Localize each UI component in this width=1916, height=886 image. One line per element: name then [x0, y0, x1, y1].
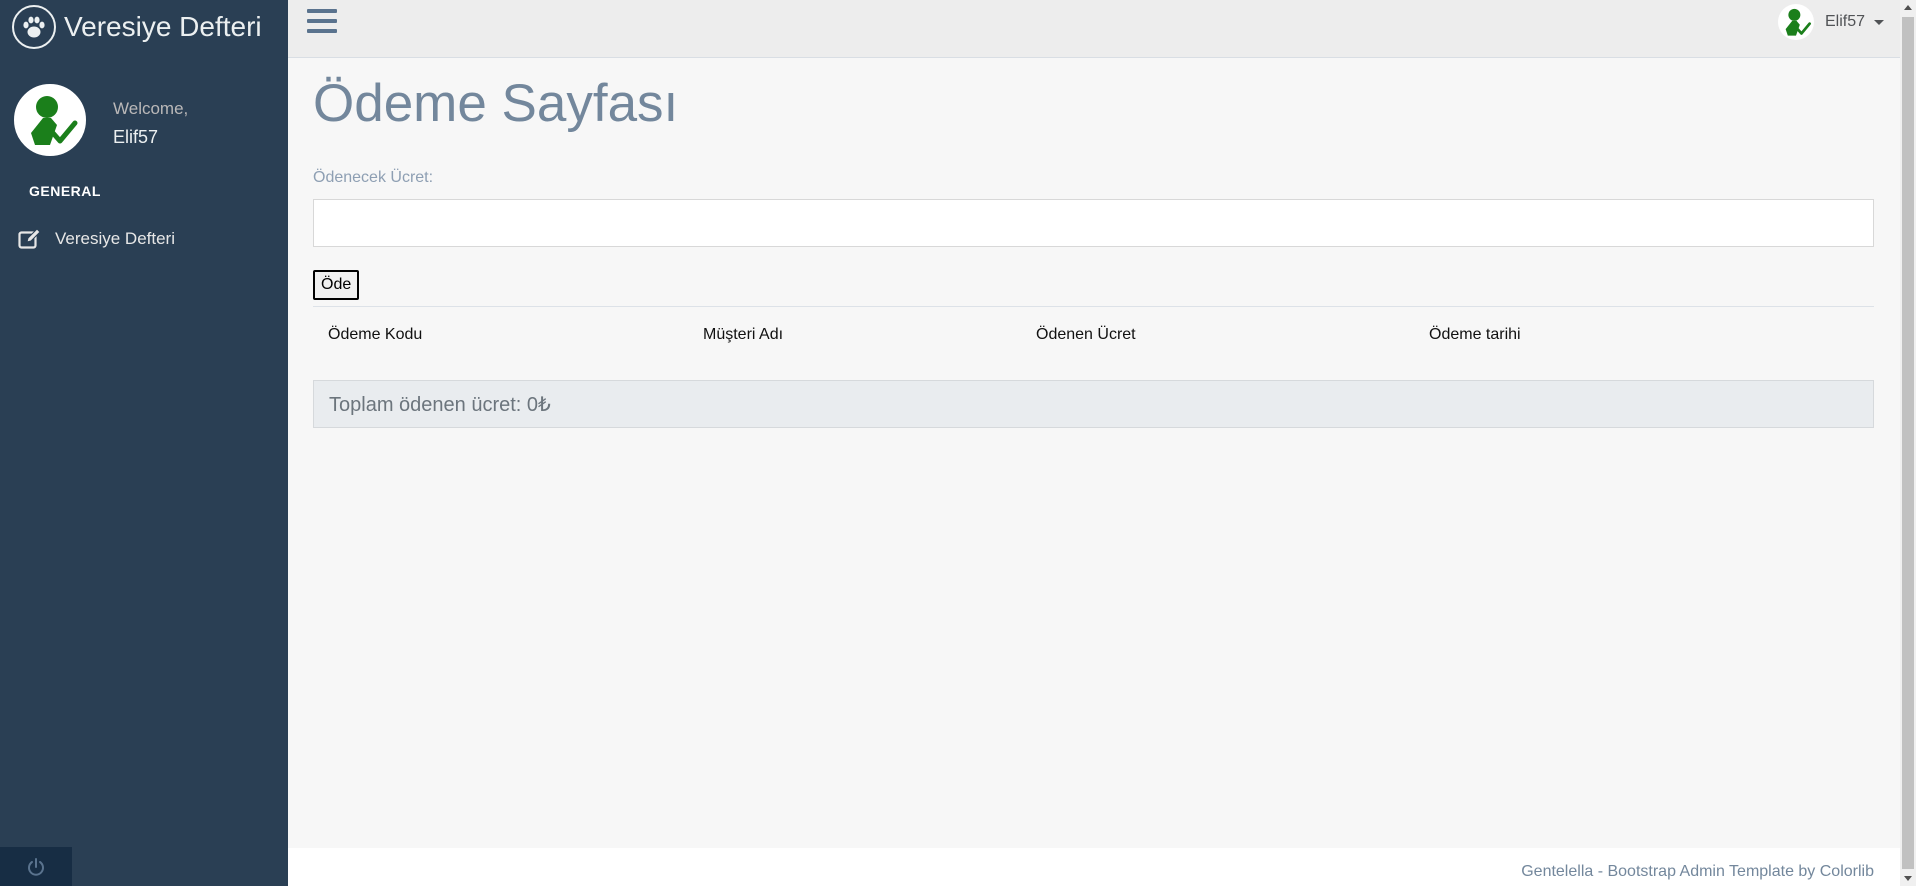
pay-button[interactable]: Öde — [313, 270, 360, 300]
menu-section-title: GENERAL — [29, 183, 101, 199]
welcome-text: Welcome, — [113, 99, 189, 118]
scroll-thumb[interactable] — [1902, 17, 1914, 869]
column-header-paid-amount: Ödenen Ücret — [1036, 326, 1136, 343]
profile-panel: Welcome, Elif57 — [14, 84, 188, 156]
scroll-up-icon[interactable] — [1904, 5, 1912, 10]
avatar — [14, 84, 86, 156]
chevron-down-icon — [1874, 19, 1884, 25]
footer-credit: Gentelella - Bootstrap Admin Template by… — [1521, 863, 1874, 880]
payments-table: Ödeme Kodu Müşteri Adı Ödenen Ücret Ödem… — [313, 306, 1874, 360]
column-header-payment-date: Ödeme tarihi — [1429, 326, 1521, 343]
column-header-customer-name: Müşteri Adı — [703, 326, 784, 343]
vertical-scrollbar[interactable] — [1900, 0, 1916, 886]
column-header-payment-code: Ödeme Kodu — [328, 326, 423, 343]
sidebar: Veresiye Defteri Welcome, Elif57 GENERAL… — [0, 0, 288, 886]
user-check-icon — [1785, 8, 1811, 36]
bars-icon[interactable] — [307, 9, 337, 35]
user-check-icon — [31, 96, 78, 145]
page-title: Ödeme Sayfası — [313, 74, 679, 133]
scroll-down-icon[interactable] — [1904, 876, 1912, 881]
power-icon — [28, 857, 44, 876]
table-header-row: Ödeme Kodu Müşteri Adı Ödenen Ücret Ödem… — [313, 306, 1874, 360]
main-content: Ödeme Sayfası Ödenecek Ücret: Öde Ödeme … — [288, 58, 1900, 848]
amount-label: Ödenecek Ücret: — [313, 169, 434, 186]
brand-link[interactable]: Veresiye Defteri — [12, 5, 262, 49]
avatar — [1777, 4, 1814, 40]
total-paid-summary: Toplam ödenen ücret: 0₺ — [313, 380, 1874, 428]
brand-title: Veresiye Defteri — [64, 11, 262, 42]
footer: Gentelella - Bootstrap Admin Template by… — [288, 848, 1900, 886]
sidebar-item-label: Veresiye Defteri — [55, 229, 175, 248]
profile-username: Elif57 — [113, 127, 159, 147]
amount-input[interactable] — [313, 199, 1874, 247]
sidebar-item-veresiye-defteri[interactable]: Veresiye Defteri — [18, 227, 175, 251]
logout-button[interactable] — [0, 847, 72, 886]
edit-icon — [18, 227, 42, 251]
user-dropdown[interactable]: Elif57 — [1777, 4, 1884, 40]
topnav-username: Elif57 — [1824, 13, 1865, 30]
paw-icon — [12, 5, 56, 49]
top-navbar: Elif57 — [288, 0, 1900, 58]
